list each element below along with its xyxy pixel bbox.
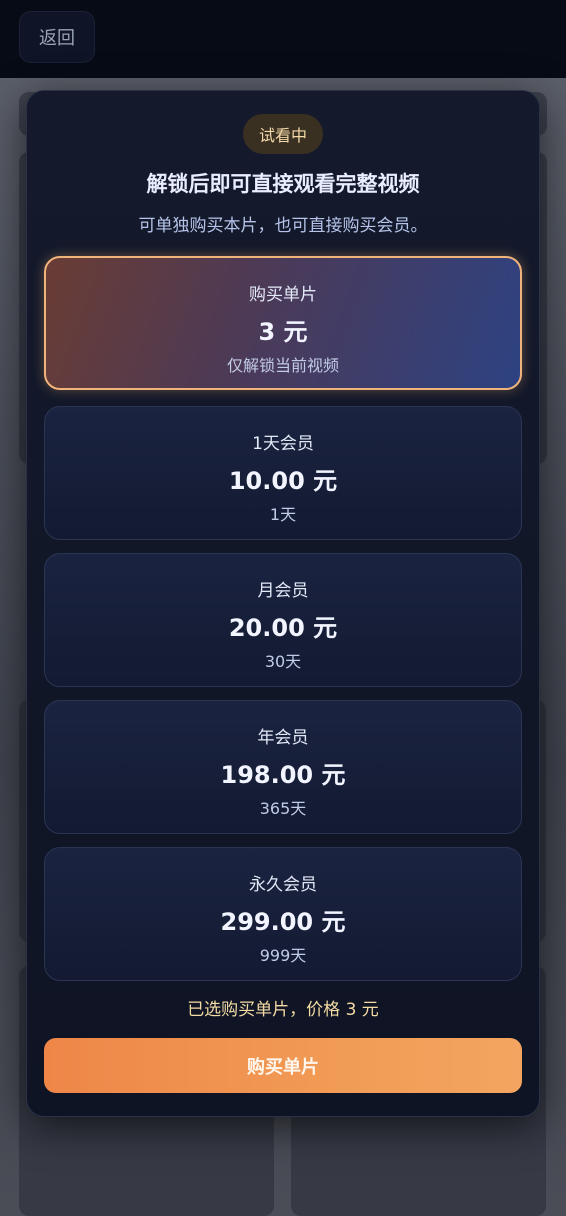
option-year-member[interactable]: 年会员 198.00 元 365天 [44,700,522,834]
option-single-video[interactable]: 购买单片 3 元 仅解锁当前视频 [44,256,522,390]
option-1day-member[interactable]: 1天会员 10.00 元 1天 [44,406,522,540]
option-name: 永久会员 [249,875,317,895]
option-name: 1天会员 [252,434,314,454]
modal-title: 解锁后即可直接观看完整视频 [146,172,420,196]
option-price: 198.00 元 [220,761,346,789]
option-desc: 30天 [264,652,302,671]
option-name: 购买单片 [249,285,317,305]
option-name: 年会员 [257,728,309,748]
option-name: 月会员 [257,581,309,601]
option-desc: 仅解锁当前视频 [226,356,339,375]
option-month-member[interactable]: 月会员 20.00 元 30天 [44,553,522,687]
top-bar: 返回 [0,0,566,78]
preview-badge: 试看中 [243,114,323,154]
back-button[interactable]: 返回 [19,11,95,63]
modal-subtitle: 可单独购买本片，也可直接购买会员。 [138,216,428,236]
buy-button[interactable]: 购买单片 [44,1038,522,1093]
option-price: 299.00 元 [220,908,346,936]
option-price: 10.00 元 [228,467,338,495]
option-desc: 999天 [259,946,307,965]
option-lifetime-member[interactable]: 永久会员 299.00 元 999天 [44,847,522,981]
option-price: 3 元 [258,318,308,346]
option-desc: 365天 [259,799,307,818]
option-desc: 1天 [269,505,297,524]
option-price: 20.00 元 [228,614,338,642]
selection-summary: 已选购买单片，价格 3 元 [187,1000,379,1020]
